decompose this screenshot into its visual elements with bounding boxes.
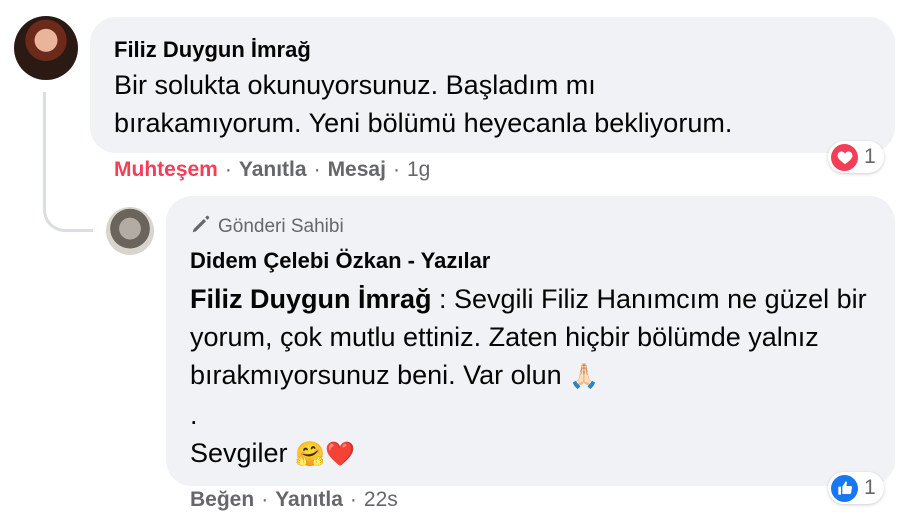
love-icon <box>831 143 858 171</box>
reply-button[interactable]: Yanıtla <box>239 158 307 182</box>
thread-connector <box>43 92 93 232</box>
pray-emoji: 🙏🏻 <box>569 363 600 390</box>
reply-closing-line: Sevgiler 🤗❤️ <box>190 434 880 474</box>
reply-text: Filiz Duygun İmrağ : Sevgili Filiz Hanım… <box>190 280 880 474</box>
reply-author[interactable]: Didem Çelebi Özkan - Yazılar <box>190 248 490 274</box>
separator: · <box>224 158 232 181</box>
reaction-summary[interactable]: 1 <box>828 141 884 173</box>
reply-bubble: Gönderi Sahibi Didem Çelebi Özkan - Yazı… <box>166 196 895 486</box>
like-icon <box>831 474 858 502</box>
comment-text-line: bırakamıyorum. Yeni bölümü heyecanla bek… <box>114 108 733 138</box>
reaction-count: 1 <box>864 476 876 499</box>
reaction-button[interactable]: Muhteşem <box>114 158 218 182</box>
comment-actions: Muhteşem · Yanıtla · Mesaj · 1g <box>114 158 430 182</box>
reply-closing: Sevgiler <box>190 438 288 468</box>
comment-time[interactable]: 1g <box>407 158 430 182</box>
separator: · <box>349 488 357 511</box>
avatar[interactable] <box>106 207 154 255</box>
reply-actions: Beğen · Yanıtla · 22s <box>190 488 398 512</box>
reply-body: Filiz Duygun İmrağ : Sevgili Filiz Hanım… <box>190 280 880 396</box>
message-button[interactable]: Mesaj <box>328 158 386 182</box>
reaction-summary[interactable]: 1 <box>828 472 884 504</box>
reply-button[interactable]: Yanıtla <box>275 488 343 512</box>
comment-bubble: Filiz Duygun İmrağ Bir solukta okunuyors… <box>90 17 895 153</box>
separator: · <box>261 488 269 511</box>
comment-text-line: Bir solukta okunuyorsunuz. Başladım mı <box>114 70 596 100</box>
like-button[interactable]: Beğen <box>190 488 254 512</box>
separator: · <box>392 158 400 181</box>
separator: · <box>313 158 321 181</box>
comment-text: Bir solukta okunuyorsunuz. Başladım mı b… <box>114 66 874 142</box>
pen-icon <box>190 213 212 241</box>
mention-link[interactable]: Filiz Duygun İmrağ <box>190 284 432 314</box>
comment-author[interactable]: Filiz Duygun İmrağ <box>114 37 311 63</box>
reaction-count: 1 <box>864 145 876 168</box>
closing-emojis: 🤗❤️ <box>295 441 355 468</box>
owner-badge: Gönderi Sahibi <box>190 213 344 241</box>
reply-dot-line: . <box>190 400 198 430</box>
reply-time[interactable]: 22s <box>364 488 398 512</box>
avatar[interactable] <box>14 16 78 80</box>
owner-badge-label: Gönderi Sahibi <box>218 216 344 237</box>
